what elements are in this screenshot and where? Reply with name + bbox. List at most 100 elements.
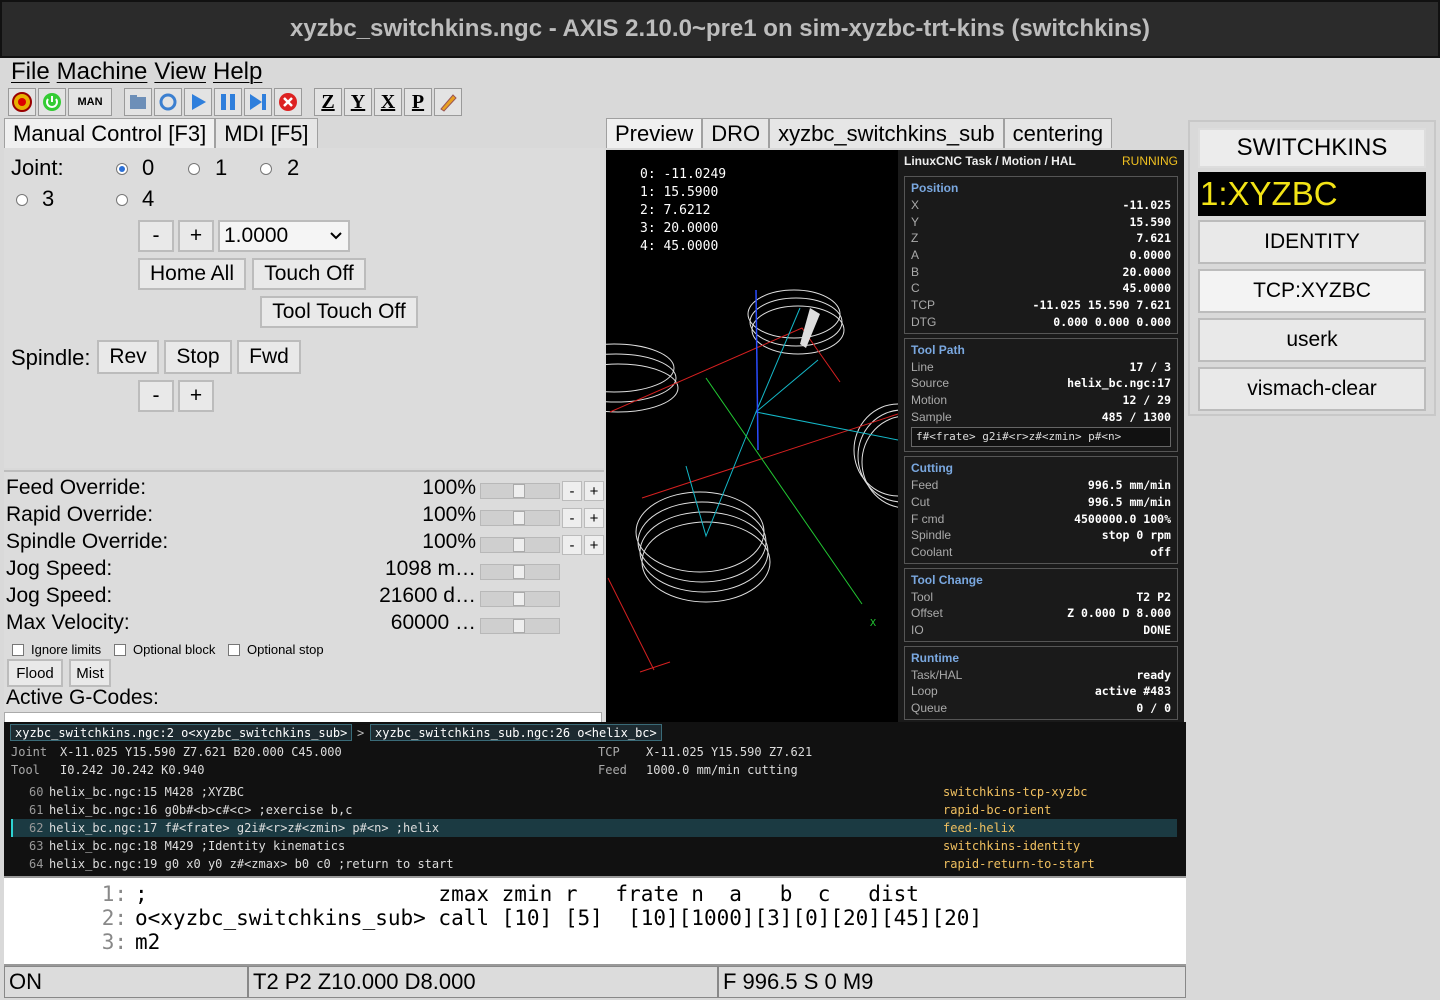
cutting-key: Spindle	[911, 528, 952, 543]
step-button[interactable]	[244, 88, 272, 116]
feed-override-minus[interactable]: -	[562, 481, 582, 501]
toolpath-value: 485 / 1300	[1101, 409, 1171, 424]
feed-override-plus[interactable]: +	[584, 481, 604, 501]
angular-jog-speed-slider[interactable]	[480, 591, 560, 607]
spindle-faster-button[interactable]: +	[178, 380, 214, 412]
line-number: 61	[29, 803, 44, 817]
joint-4-radio[interactable]	[116, 194, 128, 206]
tab-xyzbc-switchkins-sub[interactable]: xyzbc_switchkins_sub	[769, 118, 1004, 148]
play-icon	[192, 94, 206, 110]
identity-button[interactable]: IDENTITY	[1198, 220, 1426, 264]
position-key: X	[911, 198, 920, 212]
tab-dro[interactable]: DRO	[702, 118, 770, 148]
runtime-value: ready	[1136, 667, 1171, 682]
tool-vector-value: I0.242 J0.242 K0.940	[60, 763, 205, 777]
spindle-override-row: Spindle Override: 100% - +	[6, 530, 604, 556]
spindle-rev-button[interactable]: Rev	[97, 340, 159, 374]
home-all-button[interactable]: Home All	[138, 258, 246, 290]
joint-0-radio[interactable]	[116, 163, 128, 175]
joint-1-radio[interactable]	[188, 163, 200, 175]
spindle-override-value: 100%	[422, 530, 476, 553]
pencil-icon	[440, 94, 457, 112]
toolpath-key: Source	[911, 376, 950, 391]
toolpath-card: Tool Path Line 17 / 3 Source helix_bc.ngc:…	[904, 337, 1178, 453]
tab-centering[interactable]: centering	[1003, 118, 1113, 148]
tab-manual-control[interactable]: Manual Control [F3]	[4, 118, 216, 148]
ignore-limits-checkbox[interactable]	[12, 644, 24, 656]
spindle-stop-button[interactable]: Stop	[164, 340, 232, 374]
toolpath-key: Line	[911, 359, 934, 374]
stop-button[interactable]	[274, 88, 302, 116]
breadcrumb-caller[interactable]: xyzbc_switchkins.ngc:2 o<xyzbc_switchkin…	[10, 724, 353, 741]
cutting-value: 996.5 mm/min	[1087, 494, 1171, 509]
code-line[interactable]: helix_bc.ngc:18 M429 ;Identity kinematic…	[49, 837, 345, 855]
breadcrumb-current[interactable]: xyzbc_switchkins_sub.ngc:26 o<helix_bc>	[370, 724, 662, 741]
run-button[interactable]	[184, 88, 212, 116]
feed-override-slider[interactable]	[480, 483, 560, 499]
vismach-clear-button[interactable]: vismach-clear	[1198, 367, 1426, 411]
breadcrumb-separator: >	[357, 726, 365, 740]
rapid-override-plus[interactable]: +	[584, 508, 604, 528]
menu-file[interactable]: File	[11, 58, 50, 86]
cutting-value: 4500000.0 100%	[1074, 511, 1171, 526]
view-x-button[interactable]: X	[374, 88, 402, 116]
jog-plus-button[interactable]: +	[178, 220, 214, 252]
optional-stop-checkbox[interactable]	[228, 644, 240, 656]
jog-speed-slider[interactable]	[480, 564, 560, 580]
view-p-button[interactable]: P	[404, 88, 432, 116]
view-y-button[interactable]: Y	[344, 88, 372, 116]
jog-increment-select[interactable]: 1.0000	[218, 220, 350, 252]
userk-button[interactable]: userk	[1198, 318, 1426, 362]
spindle-slower-button[interactable]: -	[138, 380, 174, 412]
manual-mode-button[interactable]: MAN	[68, 88, 112, 116]
tab-preview[interactable]: Preview	[606, 118, 703, 148]
view-z-button[interactable]: Z	[314, 88, 342, 116]
power-button[interactable]	[38, 88, 66, 116]
code-line[interactable]: helix_bc.ngc:15 M428 ;XYZBC	[49, 783, 244, 801]
joint-3-label: 3	[42, 186, 55, 211]
pause-button[interactable]	[214, 88, 242, 116]
code-line[interactable]: helix_bc.ngc:17 f#<frate> g2i#<r>z#<zmin…	[49, 819, 439, 837]
spindle-override-label: Spindle Override:	[6, 530, 169, 553]
spindle-override-minus[interactable]: -	[562, 535, 582, 555]
menu-machine[interactable]: Machine	[57, 58, 148, 86]
menu-help[interactable]: Help	[213, 58, 262, 86]
code-line[interactable]: helix_bc.ngc:16 g0b#<b>c#<c> ;exercise b…	[49, 801, 352, 819]
spindle-override-plus[interactable]: +	[584, 535, 604, 555]
tool-touch-off-button[interactable]: Tool Touch Off	[260, 296, 418, 328]
mist-button[interactable]: Mist	[69, 659, 111, 687]
joint-0-label: 0	[142, 155, 155, 180]
open-button[interactable]	[124, 88, 152, 116]
spindle-label: Spindle:	[11, 345, 91, 370]
code-line[interactable]: helix_bc.ngc:19 g0 x0 y0 z#<zmax> b0 c0 …	[49, 855, 454, 873]
reload-button[interactable]	[154, 88, 182, 116]
runtime-card: Runtime Task/HAL ready Loop active #483 Qu…	[904, 645, 1178, 720]
runtime-title: Runtime	[911, 650, 959, 665]
gcode-editor[interactable]: 1: ; zmax zmin r frate n a b c dist 2: o<x…	[4, 876, 1186, 964]
editor-line-text[interactable]: o<xyzbc_switchkins_sub> call [10] [5] [1…	[135, 906, 982, 930]
optional-block-checkbox[interactable]	[114, 644, 126, 656]
touch-off-button[interactable]: Touch Off	[252, 258, 366, 290]
clear-plot-button[interactable]	[434, 88, 462, 116]
feed-spindle-info: F 996.5 S 0 M9	[718, 966, 1186, 998]
max-velocity-slider[interactable]	[480, 618, 560, 634]
override-pane: Feed Override: 100% - + Rapid Override: …	[4, 470, 604, 724]
flood-button[interactable]: Flood	[7, 659, 63, 687]
jog-minus-button[interactable]: -	[138, 220, 174, 252]
joint-3-radio[interactable]	[16, 194, 28, 206]
joint-2-radio[interactable]	[260, 163, 272, 175]
rapid-override-minus[interactable]: -	[562, 508, 582, 528]
tab-mdi[interactable]: MDI [F5]	[215, 118, 318, 148]
menu-view[interactable]: View	[154, 58, 206, 86]
spindle-override-slider[interactable]	[480, 537, 560, 553]
cutting-card: Cutting Feed 996.5 mm/min Cut 996.5 mm/min…	[904, 456, 1178, 564]
tcp-xyzbc-button[interactable]: TCP:XYZBC	[1198, 269, 1426, 313]
editor-line-text[interactable]: ; zmax zmin r frate n a b c dist	[135, 882, 919, 906]
estop-button[interactable]	[8, 88, 36, 116]
position-value: 0.000 0.000 0.000	[1053, 314, 1171, 329]
spindle-fwd-button[interactable]: Fwd	[237, 340, 301, 374]
cutting-value: 996.5 mm/min	[1087, 478, 1171, 493]
rapid-override-slider[interactable]	[480, 510, 560, 526]
editor-line-text[interactable]: m2	[135, 930, 160, 954]
preview-canvas[interactable]: 0: -11.0249 1: 15.5900 2: 7.6212 3: 20.0…	[606, 150, 898, 722]
